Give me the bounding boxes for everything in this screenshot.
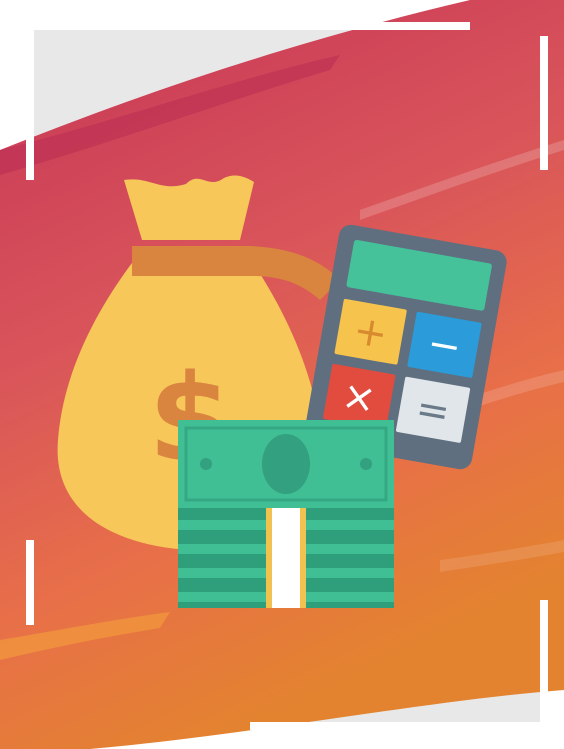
finance-illustration: $ + − × = (0, 0, 564, 749)
banknote-stack-icon (178, 420, 394, 608)
banknote-portrait (262, 434, 310, 494)
illustration-canvas: $ + − × = (0, 0, 564, 749)
